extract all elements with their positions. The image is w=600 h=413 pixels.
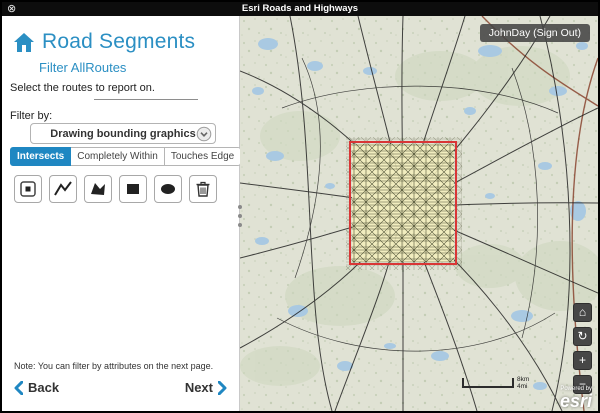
- app-window: ⊗ Esri Roads and Highways Road Segments …: [0, 0, 600, 413]
- map-controls: ⌂ ↻ + −: [573, 303, 592, 394]
- chevron-left-icon: [14, 381, 23, 395]
- clear-graphics-button[interactable]: [189, 175, 217, 203]
- scale-mi-label: 4mi: [517, 383, 529, 390]
- scale-bar: 8km 4mi: [462, 376, 529, 390]
- esri-logo: Powered by esri: [560, 386, 592, 410]
- ellipse-icon: [158, 179, 178, 199]
- draw-toolbar: [14, 175, 217, 203]
- note-text: Note: You can filter by attributes on th…: [14, 361, 231, 371]
- point-extent-icon: [18, 179, 38, 199]
- divider-line: [94, 99, 198, 100]
- scale-line: [462, 379, 514, 388]
- draw-rectangle-tool-button[interactable]: [119, 175, 147, 203]
- window-title: Esri Roads and Highways: [2, 2, 598, 16]
- draw-ellipse-tool-button[interactable]: [154, 175, 182, 203]
- chevron-right-icon: [218, 381, 227, 395]
- locate-button[interactable]: ↻: [573, 327, 592, 346]
- user-badge[interactable]: JohnDay (Sign Out): [480, 24, 590, 42]
- titlebar: ⊗ Esri Roads and Highways: [2, 2, 598, 16]
- tab-completely-within[interactable]: Completely Within: [71, 147, 165, 166]
- polyline-icon: [53, 179, 73, 199]
- next-label: Next: [185, 380, 213, 395]
- splitter-dot: [238, 223, 242, 227]
- next-button[interactable]: Next: [185, 380, 227, 395]
- splitter-dot: [238, 214, 242, 218]
- panel-splitter[interactable]: [235, 194, 245, 238]
- rectangle-icon: [123, 179, 143, 199]
- map-canvas: [240, 16, 598, 411]
- filter-by-label: Filter by:: [10, 110, 52, 122]
- polygon-icon: [88, 179, 108, 199]
- tab-intersects[interactable]: Intersects: [10, 147, 71, 166]
- panel-header: Road Segments: [12, 30, 195, 54]
- esri-wordmark: esri: [560, 392, 592, 410]
- filter-dropdown[interactable]: Drawing bounding graphics: [30, 123, 216, 144]
- back-label: Back: [28, 380, 59, 395]
- draw-point-tool-button[interactable]: [14, 175, 42, 203]
- scale-labels: 8km 4mi: [517, 376, 529, 390]
- page-title: Road Segments: [42, 30, 195, 54]
- content: Road Segments Filter AllRoutes Select th…: [2, 16, 598, 411]
- chevron-down-icon: [196, 126, 212, 142]
- home-extent-button[interactable]: ⌂: [573, 303, 592, 322]
- wizard-navbar: Back Next: [2, 380, 239, 395]
- splitter-dot: [238, 205, 242, 209]
- spatial-filter-tabs: Intersects Completely Within Touches Edg…: [10, 147, 241, 166]
- trash-icon: [194, 180, 212, 198]
- draw-polygon-tool-button[interactable]: [84, 175, 112, 203]
- map-view[interactable]: JohnDay (Sign Out) ⌂ ↻ + − 8km 4mi Power…: [240, 16, 598, 411]
- draw-polyline-tool-button[interactable]: [49, 175, 77, 203]
- filter-dropdown-value: Drawing bounding graphics: [50, 128, 195, 140]
- tab-touches-edge[interactable]: Touches Edge: [165, 147, 241, 166]
- left-panel: Road Segments Filter AllRoutes Select th…: [2, 16, 240, 411]
- urban-area-dense: [352, 144, 454, 262]
- back-button[interactable]: Back: [14, 380, 59, 395]
- page-subtitle: Filter AllRoutes: [39, 60, 126, 75]
- instruction-text: Select the routes to report on.: [10, 82, 155, 94]
- scale-km-label: 8km: [517, 376, 529, 383]
- home-icon: [12, 31, 36, 54]
- zoom-in-button[interactable]: +: [573, 351, 592, 370]
